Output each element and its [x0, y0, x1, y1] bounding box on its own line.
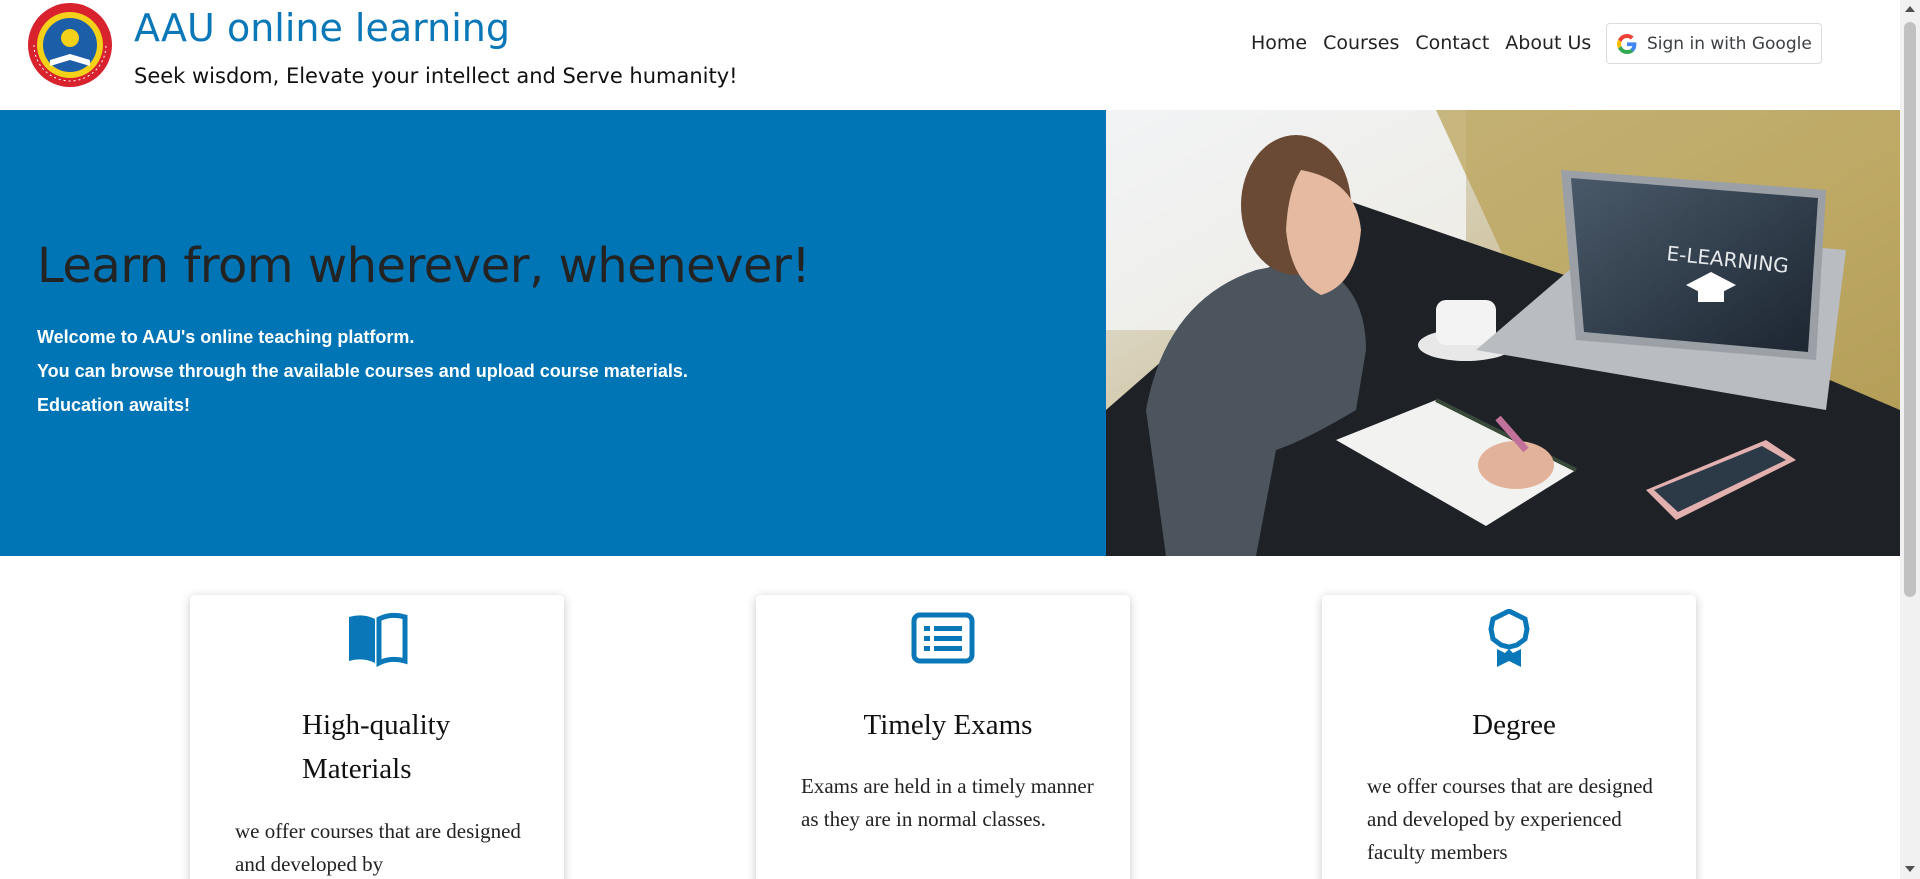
nav-about-us[interactable]: About Us — [1497, 30, 1599, 56]
card-text-exams: Exams are held in a timely manner as the… — [801, 774, 1094, 831]
award-icon — [1488, 609, 1530, 667]
hero-description: Welcome to AAU's online teaching platfor… — [37, 320, 688, 422]
hero-title: Learn from wherever, whenever! — [37, 238, 811, 294]
google-icon — [1617, 33, 1637, 54]
nav-home[interactable]: Home — [1243, 30, 1315, 56]
scroll-down-arrow-icon[interactable] — [1905, 866, 1915, 872]
scroll-up-arrow-icon[interactable] — [1905, 6, 1915, 12]
card-text-materials: we offer courses that are designed and d… — [235, 819, 521, 876]
list-icon — [911, 612, 975, 664]
hero-line-browse: You can browse through the available cou… — [37, 361, 688, 381]
feature-card-exams: Timely Exams Exams are held in a timely … — [756, 595, 1130, 879]
page-scrollbar[interactable] — [1900, 0, 1920, 879]
card-text-degree: we offer courses that are designed and d… — [1367, 774, 1653, 864]
feature-card-materials: High-quality Materials we offer courses … — [190, 595, 564, 879]
scroll-thumb[interactable] — [1904, 22, 1916, 597]
hero-line-welcome: Welcome to AAU's online teaching platfor… — [37, 327, 415, 347]
card-title-degree: Degree — [1472, 709, 1556, 741]
main-nav: Home Courses Contact About Us — [1243, 30, 1599, 56]
hero-section: Learn from wherever, whenever! Welcome t… — [0, 110, 1106, 556]
feature-card-degree: Degree we offer courses that are designe… — [1322, 595, 1696, 879]
card-title-materials: High-quality Materials — [302, 709, 451, 785]
nav-courses[interactable]: Courses — [1315, 30, 1407, 56]
hero-image: E-LEARNING — [1106, 110, 1900, 556]
site-header: AAU online learning Seek wisdom, Elevate… — [0, 0, 1900, 110]
book-icon — [349, 612, 408, 668]
university-logo-icon[interactable] — [20, 2, 120, 88]
nav-contact[interactable]: Contact — [1407, 30, 1497, 56]
site-title[interactable]: AAU online learning — [134, 6, 510, 50]
hero-line-awaits: Education awaits! — [37, 395, 191, 415]
google-signin-label: Sign in with Google — [1647, 33, 1812, 54]
site-tagline: Seek wisdom, Elevate your intellect and … — [134, 64, 738, 88]
card-title-exams: Timely Exams — [863, 709, 1033, 741]
google-signin-button[interactable]: Sign in with Google — [1606, 23, 1822, 64]
